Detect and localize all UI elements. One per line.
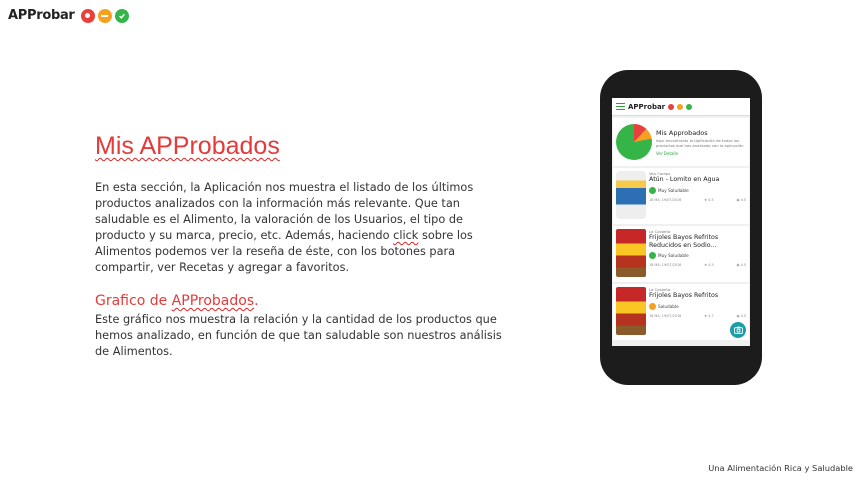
summary-card[interactable]: Mis Approbados Aquí encontrarás la tipif…	[613, 118, 749, 166]
summary-description: Aquí encontrarás la tipificación de todo…	[656, 137, 744, 148]
ver-detalle-link[interactable]: Ver Detalle	[656, 151, 746, 156]
list-item[interactable]: La Costeña Frijoles Bayos Refritos Salud…	[613, 284, 749, 340]
product-date: 18 MA, 19/07/2016	[649, 197, 682, 202]
orange-minus-icon	[677, 103, 684, 110]
list-item[interactable]: La Costeña Frijoles Bayos Refritos Reduc…	[613, 226, 749, 282]
summary-title: Mis Approbados	[656, 128, 708, 137]
page-title: Mis APProbados	[95, 132, 280, 160]
phone-screen: APProbar Mis Approbados Aquí encontrarás…	[612, 98, 750, 346]
intro-paragraph: En esta sección, la Aplicación nos muest…	[95, 181, 474, 274]
red-circle-icon	[668, 103, 675, 110]
green-check-icon	[114, 8, 129, 23]
section-title: Grafico de APProbados.	[95, 293, 259, 309]
product-views: 4.5	[740, 263, 746, 267]
product-image	[616, 229, 646, 277]
brand-logo: APProbar	[8, 8, 129, 23]
product-name: Atún - Lomito en Agua	[649, 176, 720, 183]
health-rating: Saludable	[658, 303, 679, 309]
product-name: Frijoles Bayos Refritos	[649, 292, 719, 299]
click-word: click	[393, 229, 419, 242]
health-status-icon	[649, 252, 656, 259]
orange-minus-icon	[97, 8, 112, 23]
approbados-pie-chart	[616, 124, 652, 160]
list-item[interactable]: Van Camps Atún - Lomito en Agua Muy Salu…	[613, 168, 749, 224]
green-check-icon	[686, 103, 693, 110]
app-bar: APProbar	[612, 98, 750, 116]
product-views: 4.5	[740, 313, 746, 318]
product-name: Frijoles Bayos Refritos Reducidos en Sod…	[649, 234, 719, 249]
phone-mockup: APProbar Mis Approbados Aquí encontrarás…	[600, 70, 762, 385]
red-circle-icon	[80, 8, 95, 23]
logo-text: APProbar	[8, 8, 75, 23]
product-stars: 4.5	[708, 197, 714, 202]
product-image	[616, 287, 646, 335]
hamburger-menu-icon[interactable]	[616, 103, 625, 110]
app-title: APProbar	[628, 102, 666, 111]
camera-icon[interactable]	[730, 322, 746, 338]
health-status-icon	[649, 186, 656, 194]
product-stars: 4.5	[708, 263, 714, 267]
product-views: 4.5	[740, 197, 746, 202]
health-rating: Muy Saludable	[658, 187, 689, 193]
section-paragraph: Este gráfico nos muestra la relación y l…	[95, 313, 502, 358]
footer-tagline: Una Alimentación Rica y Saludable	[708, 463, 853, 473]
product-date: 18 MA, 19/07/2016	[649, 313, 682, 318]
product-date: 18 MA, 19/07/2016	[649, 263, 682, 267]
health-rating: Muy Saludable	[658, 253, 689, 258]
health-status-icon	[649, 302, 656, 310]
product-image	[616, 171, 646, 219]
product-stars: 4.7	[708, 313, 714, 318]
